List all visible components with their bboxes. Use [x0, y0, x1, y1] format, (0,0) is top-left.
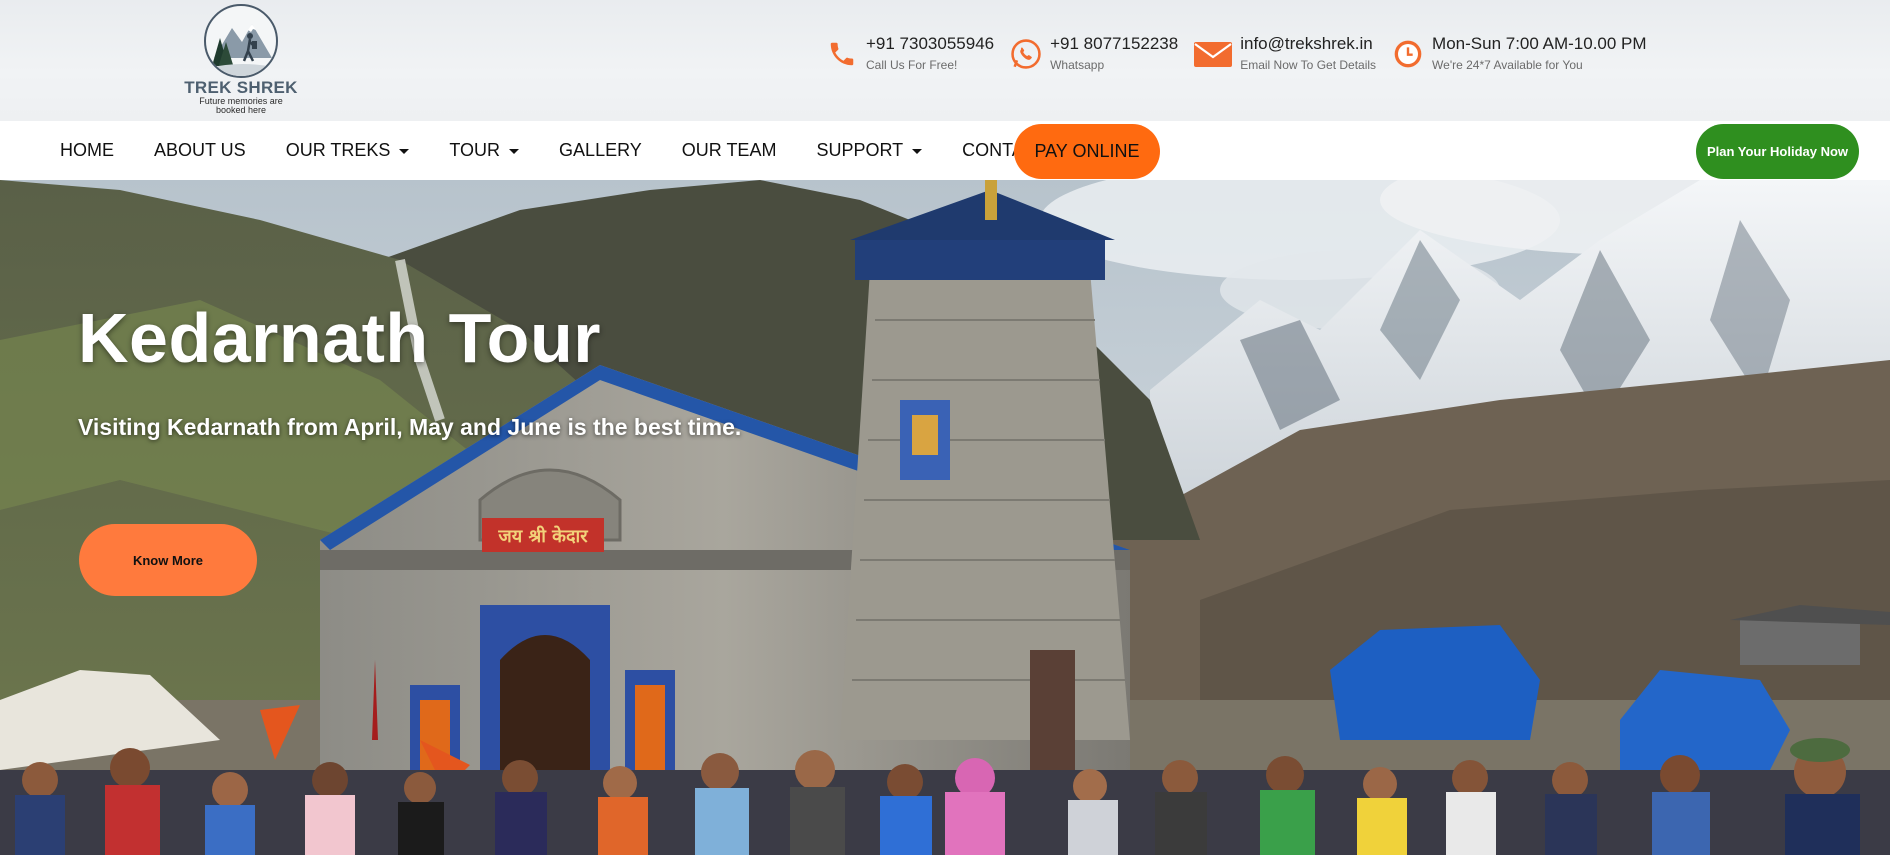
email-address: info@trekshrek.in [1240, 34, 1373, 53]
hours-caption: We're 24*7 Available for You [1432, 58, 1583, 72]
contact-phone[interactable]: +91 7303055946 Call Us For Free! [824, 34, 994, 84]
nav-label-about-us: ABOUT US [154, 140, 246, 160]
nav-label-our-team: OUR TEAM [681, 140, 777, 160]
nav-item-about-us[interactable]: ABOUT US [154, 140, 246, 161]
hero-banner: जय श्री केदार Kedarnath Tour Visiting Ke… [0, 180, 1890, 855]
logo-badge-icon [204, 4, 278, 78]
plan-holiday-button[interactable]: Plan Your Holiday Now [1696, 124, 1859, 179]
contact-whatsapp[interactable]: +91 8077152238 Whatsapp [1008, 34, 1178, 84]
main-navbar: HOME ABOUT US OUR TREKS TOUR GALLERY OUR… [0, 121, 1890, 180]
phone-number: +91 7303055946 [866, 34, 995, 53]
email-caption: Email Now To Get Details [1240, 58, 1377, 72]
brand-name: TREK SHREK [184, 78, 298, 97]
email-icon [1192, 36, 1234, 72]
know-more-button[interactable]: Know More [79, 524, 257, 596]
hero-background-image: जय श्री केदार [0, 180, 1890, 855]
nav-item-our-team[interactable]: OUR TEAM [682, 140, 777, 161]
contact-strip: +91 7303055946 Call Us For Free! +91 807… [824, 34, 1661, 84]
nav-label-tour: TOUR [449, 140, 501, 160]
clock-icon [1390, 36, 1426, 72]
contact-hours: Mon-Sun 7:00 AM-10.00 PM We're 24*7 Avai… [1390, 34, 1647, 84]
nav-item-gallery[interactable]: GALLERY [559, 140, 642, 161]
whatsapp-icon [1008, 36, 1044, 72]
phone-icon [824, 36, 860, 72]
temple-sign-text: जय श्री केदार [497, 525, 588, 547]
whatsapp-caption: Whatsapp [1050, 58, 1105, 72]
pay-online-button[interactable]: PAY ONLINE [1014, 124, 1160, 179]
nav-label-gallery: GALLERY [559, 140, 642, 160]
nav-item-support[interactable]: SUPPORT [816, 140, 923, 161]
nav-item-our-treks[interactable]: OUR TREKS [286, 140, 410, 161]
nav-item-tour[interactable]: TOUR [449, 140, 520, 161]
chevron-down-icon [912, 148, 923, 154]
chevron-down-icon [399, 148, 410, 154]
logo[interactable]: TREK SHREK Future memories are booked he… [182, 4, 300, 116]
chevron-down-icon [509, 148, 520, 154]
whatsapp-number: +91 8077152238 [1050, 34, 1179, 53]
nav-label-support: SUPPORT [816, 140, 904, 160]
nav-item-home[interactable]: HOME [60, 140, 114, 161]
top-bar: TREK SHREK Future memories are booked he… [0, 0, 1890, 121]
brand-tagline: Future memories are booked here [199, 96, 283, 115]
phone-caption: Call Us For Free! [866, 58, 958, 72]
hero-subtitle: Visiting Kedarnath from April, May and J… [78, 414, 742, 440]
hero-title: Kedarnath Tour [78, 299, 601, 377]
contact-email[interactable]: info@trekshrek.in Email Now To Get Detai… [1192, 34, 1376, 84]
nav-menu: HOME ABOUT US OUR TREKS TOUR GALLERY OUR… [60, 121, 1077, 180]
nav-label-home: HOME [60, 140, 114, 160]
hours-text: Mon-Sun 7:00 AM-10.00 PM [1432, 34, 1647, 53]
nav-label-our-treks: OUR TREKS [285, 140, 391, 160]
